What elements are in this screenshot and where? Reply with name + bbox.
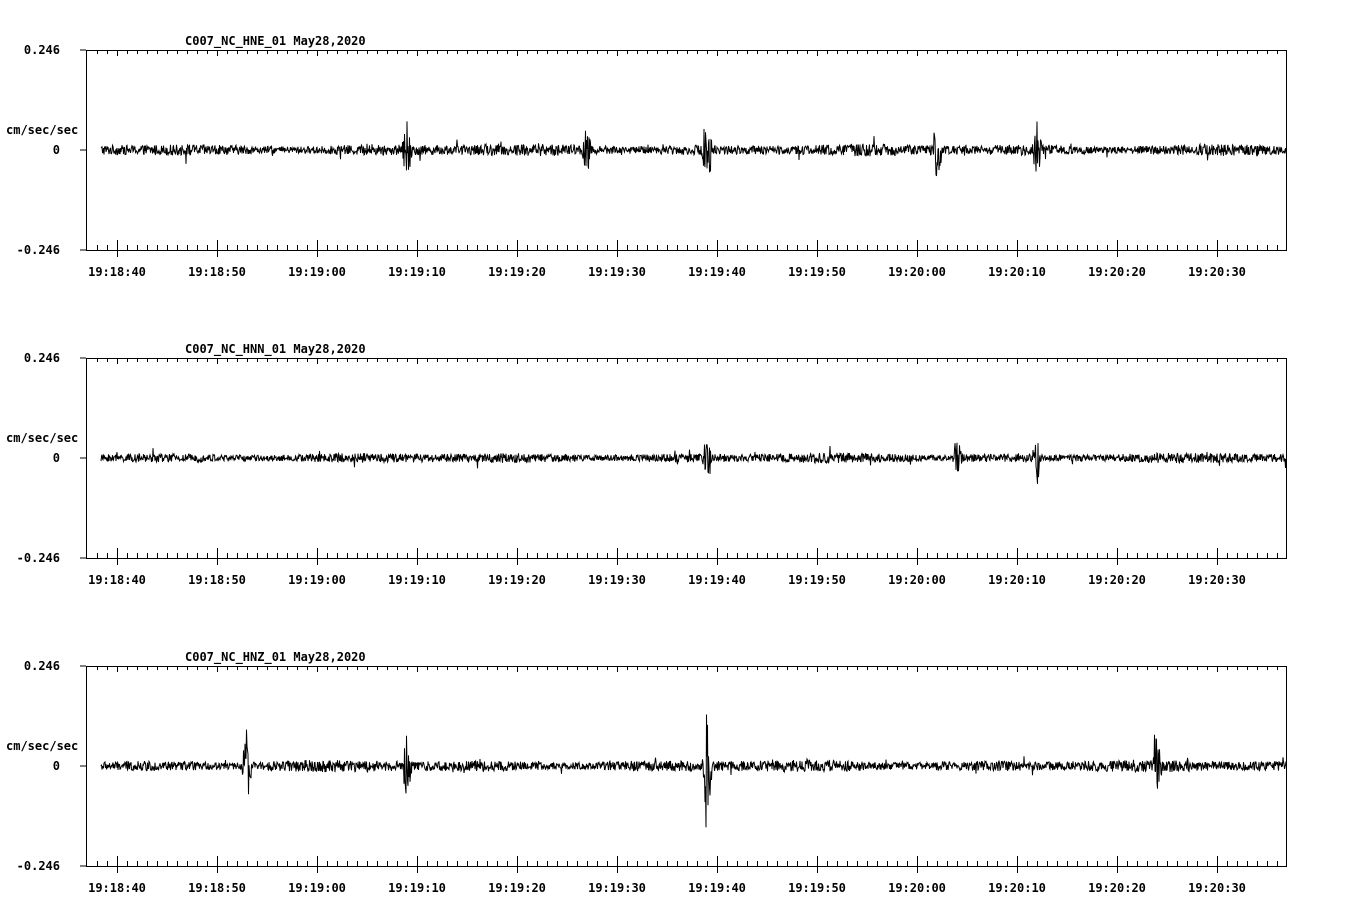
x-tick-label: 19:20:10 xyxy=(988,265,1046,279)
y-tick-label-min: -0.246 xyxy=(17,243,60,257)
y-tick-label-min: -0.246 xyxy=(17,859,60,873)
x-tick-label: 19:19:00 xyxy=(288,265,346,279)
x-tick-label: 19:19:20 xyxy=(488,881,546,895)
x-tick-label: 19:20:00 xyxy=(888,573,946,587)
x-tick-label: 19:18:50 xyxy=(188,881,246,895)
x-tick-label: 19:20:00 xyxy=(888,265,946,279)
x-tick-label: 19:18:50 xyxy=(188,265,246,279)
x-tick-label: 19:19:30 xyxy=(588,881,646,895)
x-tick-label: 19:20:30 xyxy=(1188,265,1246,279)
x-tick-label: 19:19:50 xyxy=(788,265,846,279)
x-tick-label: 19:20:20 xyxy=(1088,265,1146,279)
y-tick-label-max: 0.246 xyxy=(24,43,60,57)
x-tick-label: 19:19:50 xyxy=(788,881,846,895)
x-tick-label: 19:19:10 xyxy=(388,573,446,587)
x-tick-label: 19:20:20 xyxy=(1088,881,1146,895)
y-axis-label: cm/sec/sec xyxy=(6,123,78,137)
chart-title: C007_NC_HNZ_01 May28,2020 xyxy=(185,650,366,665)
y-tick-label-zero: 0 xyxy=(53,451,60,465)
x-tick-label: 19:19:00 xyxy=(288,573,346,587)
x-tick-label: 19:19:30 xyxy=(588,265,646,279)
x-tick-label: 19:20:10 xyxy=(988,573,1046,587)
x-tick-label: 19:18:50 xyxy=(188,573,246,587)
x-tick-label: 19:18:40 xyxy=(88,573,146,587)
x-tick-label: 19:18:40 xyxy=(88,881,146,895)
y-axis-label: cm/sec/sec xyxy=(6,739,78,753)
y-tick-label-max: 0.246 xyxy=(24,351,60,365)
x-tick-label: 19:19:30 xyxy=(588,573,646,587)
x-tick-label: 19:19:40 xyxy=(688,881,746,895)
x-tick-label: 19:20:30 xyxy=(1188,573,1246,587)
x-tick-label: 19:19:10 xyxy=(388,881,446,895)
y-tick-label-min: -0.246 xyxy=(17,551,60,565)
seismic-trace xyxy=(100,442,1287,484)
x-tick-label: 19:19:20 xyxy=(488,265,546,279)
chart-title: C007_NC_HNE_01 May28,2020 xyxy=(185,34,366,49)
y-tick-label-max: 0.246 xyxy=(24,659,60,673)
seismogram-figure: C007_NC_HNE_01 May28,2020 0.246 0 -0.246 cm/… xyxy=(6,34,1287,895)
x-tick-label: 19:20:10 xyxy=(988,881,1046,895)
x-tick-label: 19:19:20 xyxy=(488,573,546,587)
x-tick-label: 19:19:10 xyxy=(388,265,446,279)
x-tick-label: 19:19:00 xyxy=(288,881,346,895)
y-tick-label-zero: 0 xyxy=(53,143,60,157)
x-tick-label: 19:20:30 xyxy=(1188,881,1246,895)
seismogram-panel: C007_NC_HNN_01 May28,2020 0.246 0 -0.246 cm/… xyxy=(6,342,1287,587)
chart-title: C007_NC_HNN_01 May28,2020 xyxy=(185,342,366,357)
seismogram-panel: C007_NC_HNZ_01 May28,2020 0.246 0 -0.246 cm/… xyxy=(6,650,1287,895)
x-tick-label: 19:19:50 xyxy=(788,573,846,587)
y-axis-label: cm/sec/sec xyxy=(6,431,78,445)
seismic-trace xyxy=(100,714,1287,828)
seismogram-panel: C007_NC_HNE_01 May28,2020 0.246 0 -0.246 cm/… xyxy=(6,34,1287,279)
y-tick-label-zero: 0 xyxy=(53,759,60,773)
x-tick-label: 19:19:40 xyxy=(688,573,746,587)
x-tick-label: 19:20:00 xyxy=(888,881,946,895)
x-tick-label: 19:19:40 xyxy=(688,265,746,279)
x-tick-label: 19:20:20 xyxy=(1088,573,1146,587)
x-tick-label: 19:18:40 xyxy=(88,265,146,279)
seismic-trace xyxy=(100,121,1287,177)
